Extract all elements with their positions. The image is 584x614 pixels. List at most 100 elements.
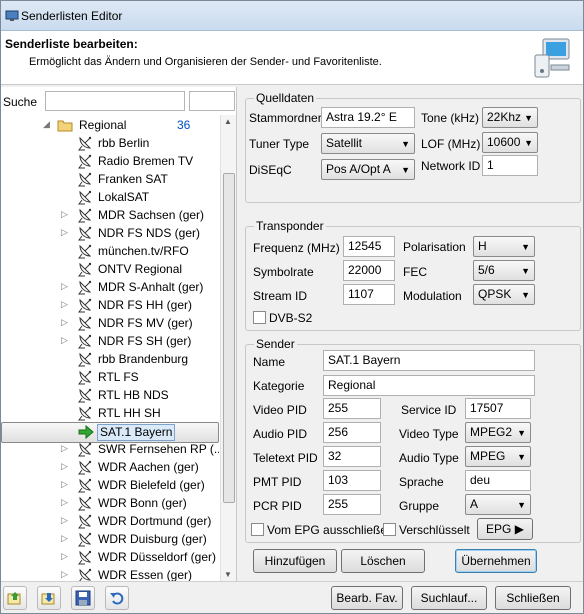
expand-icon[interactable]: ▷ — [61, 443, 68, 454]
stammordner-field[interactable]: Astra 19.2° E — [321, 107, 415, 128]
tree-channel-label: münchen.tv/RFO — [98, 244, 189, 258]
polarisation-select[interactable]: H ▼ — [473, 236, 535, 257]
tree-channel-row[interactable]: ▷ NDR FS HH (ger) — [1, 296, 219, 314]
save-icon[interactable] — [71, 586, 95, 610]
dvbs2-checkbox[interactable] — [253, 311, 266, 324]
pmt-pid-field[interactable]: 103 — [323, 470, 381, 491]
expand-icon[interactable]: ▷ — [61, 515, 68, 526]
tree-channel-row[interactable]: ▷ WDR Bielefeld (ger) — [1, 476, 219, 494]
tree-channel-label: WDR Aachen (ger) — [98, 460, 199, 474]
tree-channel-row[interactable]: ▷ WDR Aachen (ger) — [1, 458, 219, 476]
tree-channel-row[interactable]: ▷ WDR Bonn (ger) — [1, 494, 219, 512]
chevron-right-icon: ▶ — [514, 522, 524, 536]
diseqc-select[interactable]: Pos A/Opt A ▼ — [321, 159, 415, 180]
tree-channel-row[interactable]: RTL HB NDS — [1, 386, 219, 404]
expand-icon[interactable]: ▷ — [61, 209, 68, 220]
scroll-down-icon[interactable]: ▼ — [224, 570, 232, 579]
tree-channel-row[interactable]: münchen.tv/RFO — [1, 242, 219, 260]
apply-button[interactable]: Übernehmen — [455, 549, 537, 573]
tree-channel-row[interactable]: ▷ NDR FS NDS (ger) — [1, 224, 219, 242]
expand-icon[interactable]: ▷ — [61, 479, 68, 490]
expand-icon[interactable]: ▷ — [61, 227, 68, 238]
stream-id-field[interactable]: 1107 — [343, 284, 395, 305]
scroll-up-icon[interactable]: ▲ — [224, 117, 232, 126]
tree-channel-row[interactable]: Radio Bremen TV — [1, 152, 219, 170]
frequenz-field[interactable]: 12545 — [343, 236, 395, 257]
tree-channel-row[interactable]: LokalSAT — [1, 188, 219, 206]
expand-icon[interactable]: ▷ — [61, 281, 68, 292]
export-icon[interactable] — [37, 586, 61, 610]
tree-scrollbar[interactable]: ▲ ▼ — [220, 115, 236, 581]
tree-channel-row[interactable]: ▷ SWR Fernsehen RP (... — [1, 440, 219, 458]
channel-tree-panel: Suche ◢ Regional 36 rbb Berlin Radio Brem… — [1, 87, 237, 581]
video-type-value: MPEG2 — [470, 425, 513, 439]
tree-channel-row[interactable]: ▷ WDR Duisburg (ger) — [1, 530, 219, 548]
video-pid-field[interactable]: 255 — [323, 398, 381, 419]
undo-icon[interactable] — [105, 586, 129, 610]
tree-channel-row[interactable]: ▷ NDR FS SH (ger) — [1, 332, 219, 350]
tree-channel-row[interactable]: ▷ WDR Düsseldorf (ger) — [1, 548, 219, 566]
satellite-dish-icon — [79, 568, 92, 581]
tree-channel-row[interactable]: ▷ MDR Sachsen (ger) — [1, 206, 219, 224]
gruppe-select[interactable]: A ▼ — [465, 494, 531, 515]
search-input-secondary[interactable] — [189, 91, 235, 111]
dvbs2-label: DVB-S2 — [269, 311, 313, 325]
tree-channel-row[interactable]: rbb Berlin — [1, 134, 219, 152]
expand-icon[interactable]: ▷ — [61, 461, 68, 472]
arrow-right-icon — [78, 424, 94, 440]
tree-channel-row[interactable]: ONTV Regional — [1, 260, 219, 278]
tree-channel-row[interactable]: rbb Brandenburg — [1, 350, 219, 368]
edit-favorites-button[interactable]: Bearb. Fav. — [331, 586, 403, 610]
import-icon[interactable] — [3, 586, 27, 610]
tree-channel-row[interactable]: RTL HH SH — [1, 404, 219, 422]
name-field[interactable]: SAT.1 Bayern — [323, 350, 535, 371]
scan-button[interactable]: Suchlauf... — [411, 586, 487, 610]
search-input[interactable] — [45, 91, 185, 111]
expand-icon[interactable]: ▷ — [61, 533, 68, 544]
channel-tree[interactable]: ◢ Regional 36 rbb Berlin Radio Bremen TV F… — [1, 115, 219, 581]
expand-icon[interactable]: ▷ — [61, 497, 68, 508]
tone-select[interactable]: 22Khz ▼ — [482, 107, 538, 128]
lof-select[interactable]: 10600 ▼ — [482, 132, 538, 153]
expand-icon[interactable]: ▷ — [61, 569, 68, 580]
teletext-pid-field[interactable]: 32 — [323, 446, 381, 467]
expand-icon[interactable]: ▷ — [61, 299, 68, 310]
network-id-field[interactable]: 1 — [482, 155, 538, 176]
audio-pid-field[interactable]: 256 — [323, 422, 381, 443]
collapse-icon[interactable]: ◢ — [43, 119, 50, 130]
epg-button[interactable]: EPG ▶ — [477, 518, 533, 540]
encrypted-checkbox[interactable] — [383, 523, 396, 536]
tree-channel-row[interactable]: Franken SAT — [1, 170, 219, 188]
expand-icon[interactable]: ▷ — [61, 551, 68, 562]
kategorie-field[interactable]: Regional — [323, 375, 535, 396]
scroll-thumb[interactable] — [223, 173, 235, 503]
delete-button[interactable]: Löschen — [341, 549, 425, 573]
audio-type-select[interactable]: MPEG ▼ — [465, 446, 531, 467]
tree-group-regional[interactable]: ◢ Regional 36 — [1, 116, 219, 134]
sprache-field[interactable]: deu — [465, 470, 531, 491]
expand-icon[interactable]: ▷ — [61, 317, 68, 328]
tree-channel-row[interactable]: RTL FS — [1, 368, 219, 386]
service-id-field[interactable]: 17507 — [465, 398, 531, 419]
epg-exclude-checkbox[interactable] — [251, 523, 264, 536]
symbolrate-field[interactable]: 22000 — [343, 260, 395, 281]
satellite-dish-icon — [78, 316, 92, 331]
video-type-select[interactable]: MPEG2 ▼ — [465, 422, 531, 443]
close-button[interactable]: Schließen — [495, 586, 571, 610]
satellite-dish-icon — [78, 514, 92, 529]
chevron-down-icon: ▼ — [401, 165, 410, 175]
satellite-dish-icon — [78, 496, 92, 511]
tree-channel-label: SWR Fernsehen RP (... — [98, 442, 219, 456]
tree-channel-row[interactable]: ▷ WDR Dortmund (ger) — [1, 512, 219, 530]
tree-channel-row[interactable]: ▷ WDR Essen (ger) — [1, 566, 219, 581]
modulation-select[interactable]: QPSK ▼ — [473, 284, 535, 305]
chevron-down-icon: ▼ — [517, 452, 526, 462]
fec-value: 5/6 — [478, 263, 495, 277]
pcr-pid-field[interactable]: 255 — [323, 494, 381, 515]
tree-channel-row[interactable]: ▷ MDR S-Anhalt (ger) — [1, 278, 219, 296]
fec-select[interactable]: 5/6 ▼ — [473, 260, 535, 281]
tuner-type-select[interactable]: Satellit ▼ — [321, 133, 415, 154]
expand-icon[interactable]: ▷ — [61, 335, 68, 346]
add-button[interactable]: Hinzufügen — [253, 549, 337, 573]
tree-channel-row[interactable]: ▷ NDR FS MV (ger) — [1, 314, 219, 332]
